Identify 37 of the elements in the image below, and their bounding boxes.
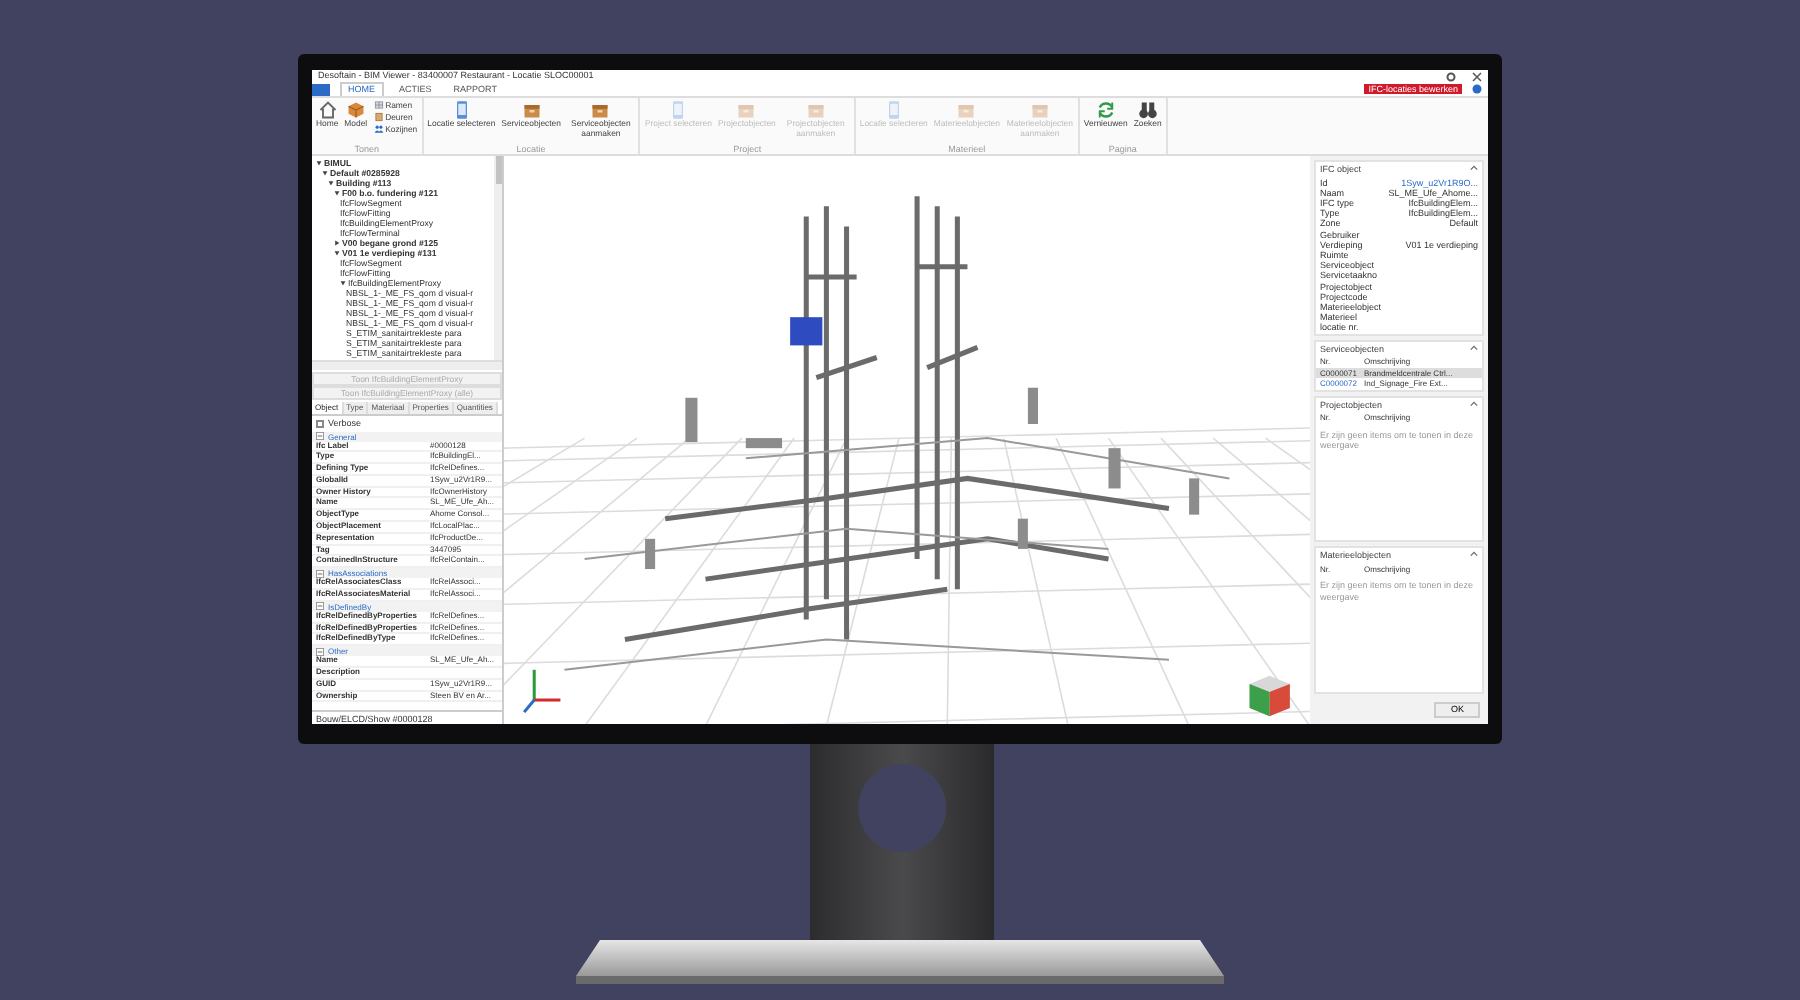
tablet-icon — [451, 100, 472, 120]
settings-icon[interactable] — [1446, 71, 1456, 81]
collapse-icon[interactable] — [316, 647, 324, 656]
collapse-icon[interactable] — [316, 602, 324, 611]
caret-icon[interactable] — [316, 160, 322, 166]
house-icon — [317, 100, 338, 120]
caret-icon[interactable] — [322, 170, 328, 176]
caret-icon[interactable] — [328, 180, 334, 186]
caret-icon[interactable] — [334, 190, 340, 196]
refresh-icon — [1095, 100, 1116, 120]
door-icon — [373, 112, 384, 122]
box-icon — [521, 100, 542, 120]
collapse-icon[interactable] — [316, 432, 324, 440]
box-icon — [1029, 100, 1050, 120]
scrollbar[interactable] — [494, 156, 502, 360]
cube-icon — [345, 100, 366, 120]
scrollbar[interactable] — [312, 362, 502, 370]
caret-icon[interactable] — [340, 280, 346, 286]
binoculars-icon — [1137, 100, 1158, 120]
tablet-icon — [668, 100, 689, 120]
info-icon[interactable] — [1472, 84, 1482, 95]
chevron-icon[interactable] — [1470, 164, 1478, 172]
box-icon — [590, 100, 611, 120]
caret-icon[interactable] — [334, 240, 340, 246]
tablet-icon — [883, 100, 904, 120]
people-icon — [373, 124, 384, 134]
checkbox[interactable] — [316, 419, 324, 428]
caret-icon[interactable] — [334, 250, 340, 256]
collapse-icon[interactable] — [316, 569, 324, 578]
box-icon — [805, 100, 826, 120]
box-icon — [736, 100, 757, 120]
close-icon[interactable] — [1472, 71, 1482, 81]
view-cube-icon[interactable] — [1249, 675, 1290, 717]
file-menu-button[interactable] — [312, 83, 330, 95]
box-icon — [956, 100, 977, 120]
window-icon — [373, 100, 384, 110]
axis-icon — [523, 669, 561, 714]
